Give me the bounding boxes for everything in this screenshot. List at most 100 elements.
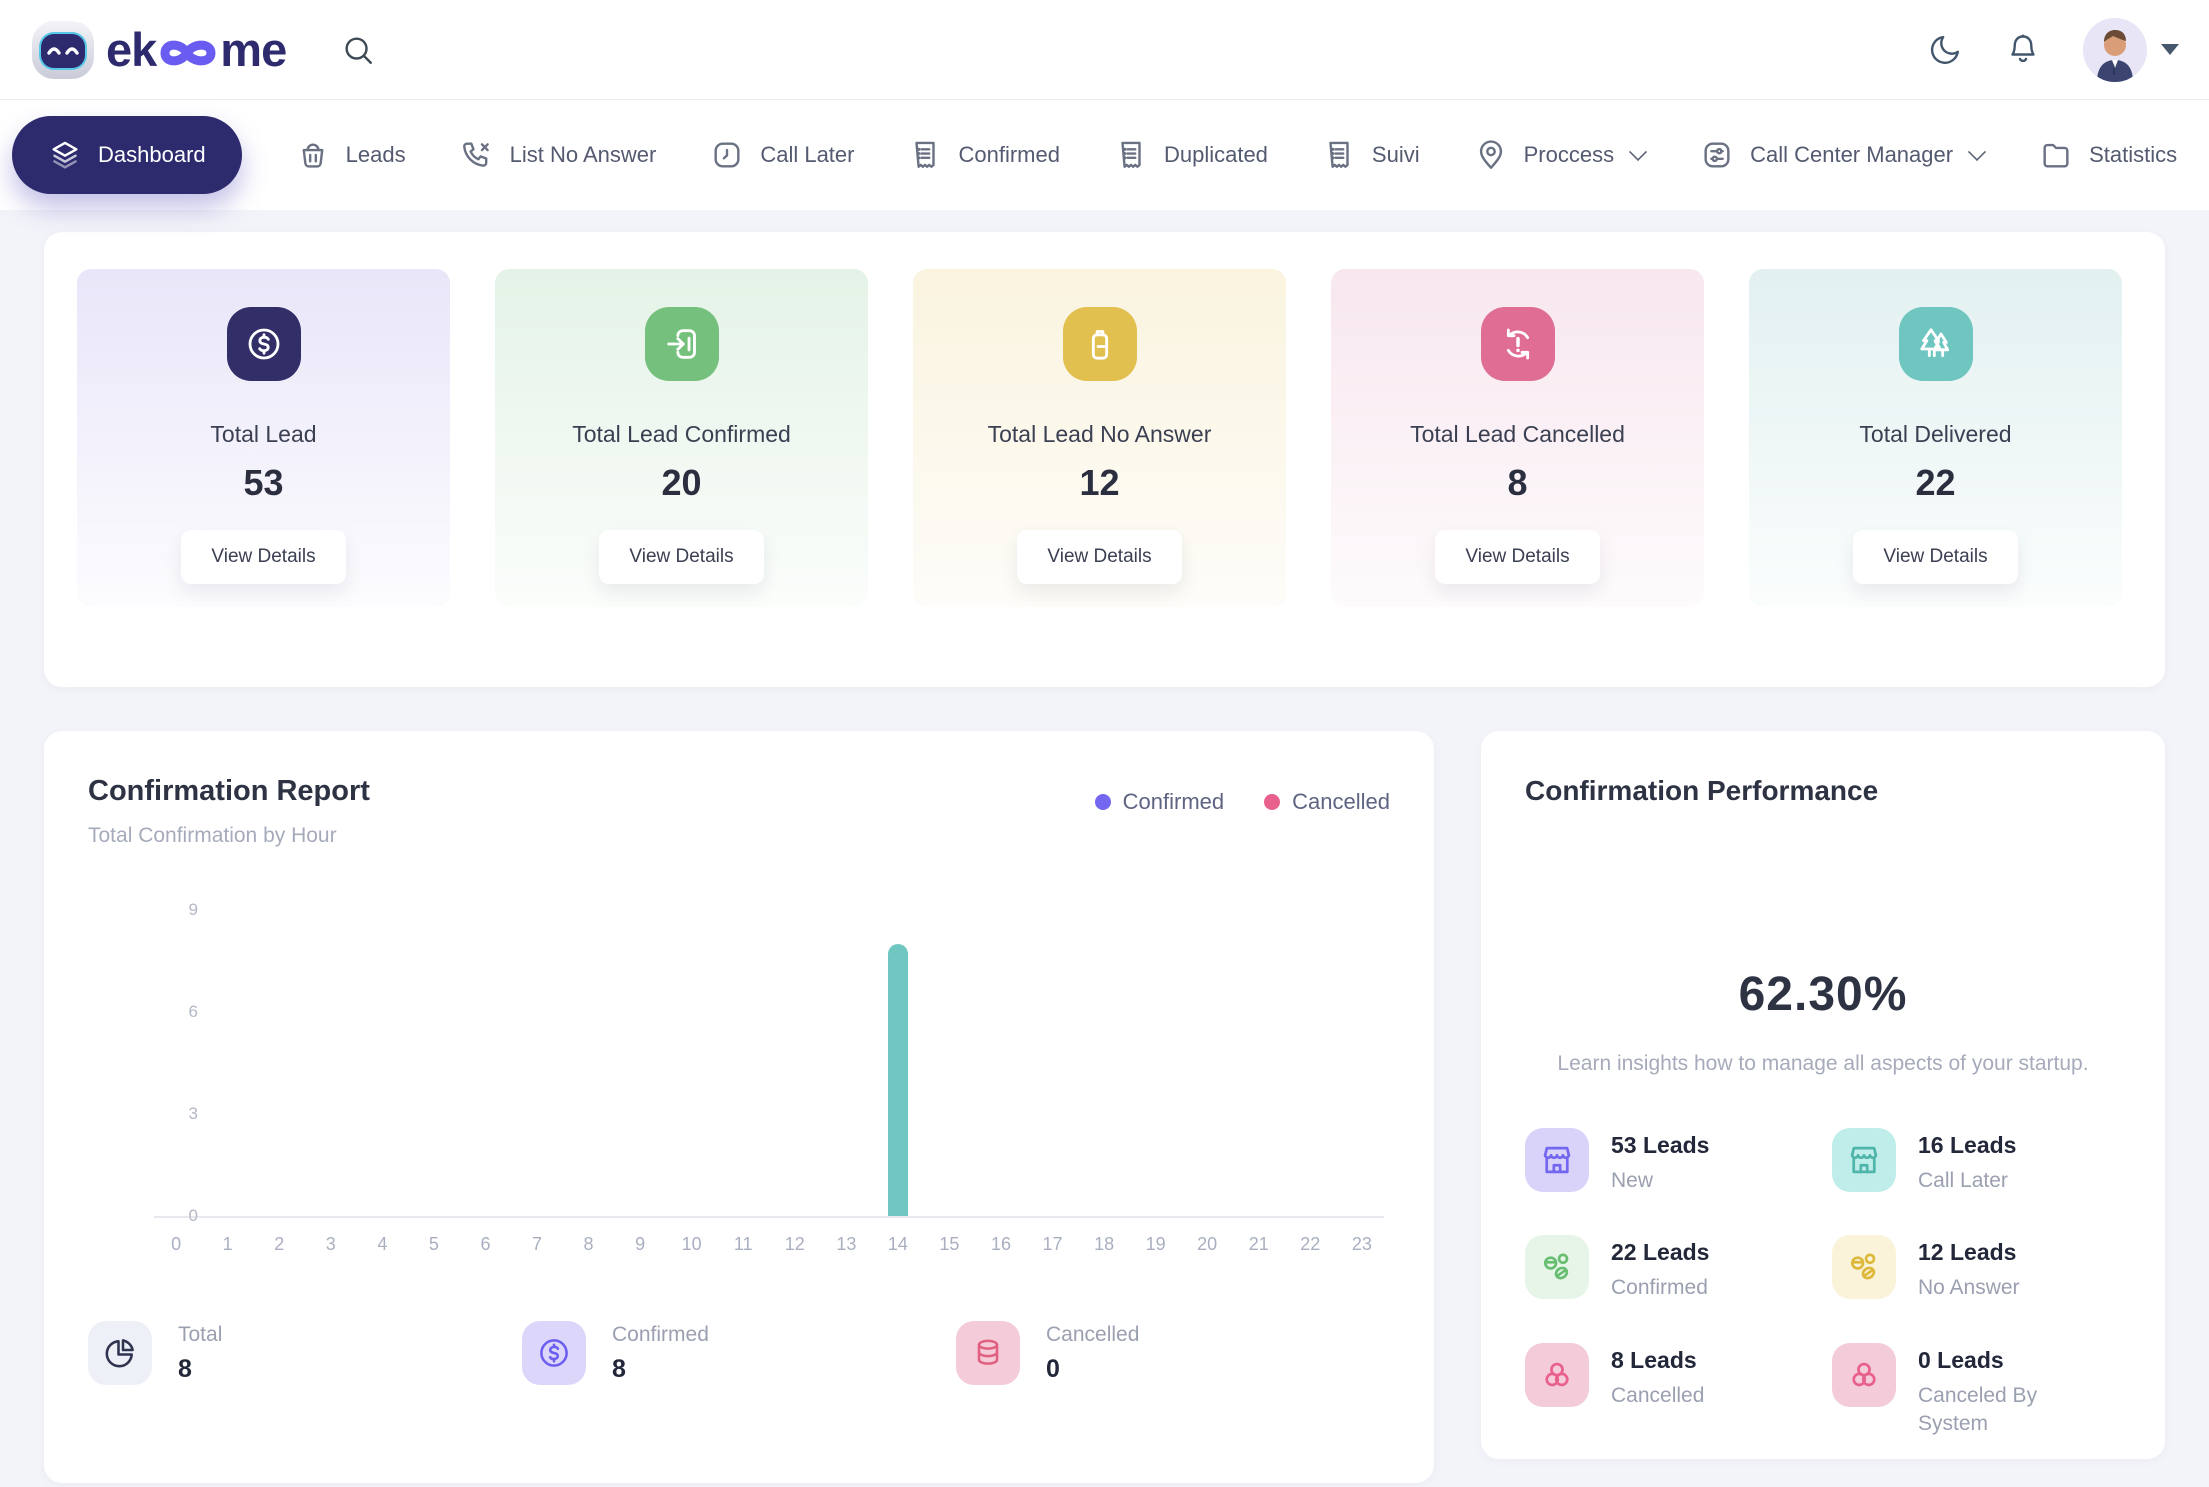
stat-card-value: 8	[1507, 462, 1527, 504]
nav-item-label: Call Later	[760, 142, 854, 168]
dollar-circle-icon	[227, 307, 301, 381]
stat-card-total-lead-cancelled: Total Lead Cancelled8View Details	[1331, 269, 1704, 607]
lead-stat-canceled-by-system: 0 LeadsCanceled By System	[1832, 1343, 2121, 1439]
app-header: ek me	[0, 0, 2209, 100]
x-axis-tick: 19	[1146, 1234, 1166, 1255]
x-axis-tick: 7	[532, 1234, 542, 1255]
user-menu[interactable]	[2083, 18, 2179, 82]
nav-item-label: Proccess	[1524, 142, 1614, 168]
lead-label: No Answer	[1918, 1274, 2020, 1302]
nav-item-leads[interactable]: Leads	[296, 138, 406, 172]
stat-card-value: 53	[243, 462, 283, 504]
brand-logo[interactable]: ek me	[30, 17, 286, 83]
view-details-button[interactable]: View Details	[599, 530, 763, 584]
chevron-down-icon	[1968, 143, 1986, 161]
total-label: Cancelled	[1046, 1323, 1139, 1347]
view-details-button[interactable]: View Details	[1853, 530, 2017, 584]
nav-item-label: Dashboard	[98, 142, 206, 168]
store-icon	[1832, 1128, 1896, 1192]
lead-value: 12 Leads	[1918, 1239, 2020, 1266]
nav-item-duplicated[interactable]: Duplicated	[1114, 138, 1268, 172]
nav-item-call-later[interactable]: Call Later	[710, 138, 854, 172]
lead-stat-no-answer: 12 Leads No Answer	[1832, 1235, 2121, 1302]
chart-legend: Confirmed Cancelled	[1095, 789, 1390, 815]
x-axis-tick: 9	[635, 1234, 645, 1255]
report-total-cancelled: Cancelled0	[956, 1321, 1390, 1385]
robot-logo-icon	[30, 17, 96, 83]
lead-stat-new: 53 LeadsNew	[1525, 1128, 1814, 1195]
nav-item-suivi[interactable]: Suivi	[1322, 138, 1420, 172]
report-total-total: Total8	[88, 1321, 522, 1385]
receipt-icon	[908, 138, 942, 172]
nav-item-proccess[interactable]: Proccess	[1474, 138, 1646, 172]
y-axis-tick: 6	[189, 1002, 198, 1022]
trees-icon	[1899, 307, 1973, 381]
nav-item-label: Call Center Manager	[1750, 142, 1953, 168]
performance-title: Confirmation Performance	[1525, 775, 2121, 807]
nav-item-call-center-manager[interactable]: Call Center Manager	[1700, 138, 1985, 172]
view-details-button[interactable]: View Details	[181, 530, 345, 584]
view-details-button[interactable]: View Details	[1017, 530, 1181, 584]
stat-card-title: Total Lead Confirmed	[572, 421, 791, 448]
x-axis-tick: 5	[429, 1234, 439, 1255]
x-axis-tick: 8	[584, 1234, 594, 1255]
x-axis-tick: 12	[785, 1234, 805, 1255]
x-axis-tick: 13	[836, 1234, 856, 1255]
x-axis-tick: 11	[734, 1234, 753, 1255]
report-title: Confirmation Report	[88, 775, 370, 808]
x-axis-tick: 6	[480, 1234, 490, 1255]
x-axis-tick: 0	[171, 1234, 181, 1255]
brand-wordmark: ek me	[106, 22, 286, 77]
search-icon[interactable]	[341, 33, 375, 67]
pills-icon	[1832, 1235, 1896, 1299]
nav-item-label: Suivi	[1372, 142, 1420, 168]
refresh-alert-icon	[1481, 307, 1555, 381]
lead-value: 16 Leads	[1918, 1132, 2016, 1159]
chevron-down-icon	[1629, 143, 1647, 161]
x-axis-tick: 15	[939, 1234, 959, 1255]
legend-item-cancelled[interactable]: Cancelled	[1264, 789, 1390, 815]
main-nav: Dashboard Leads List No Answer Call Later Co…	[0, 100, 2209, 210]
nav-item-list-no-answer[interactable]: List No Answer	[460, 138, 657, 172]
legend-dot	[1264, 794, 1280, 810]
x-axis-tick: 20	[1197, 1234, 1217, 1255]
moon-icon[interactable]	[1927, 32, 1963, 68]
x-axis-tick: 22	[1300, 1234, 1320, 1255]
lead-label: Confirmed	[1611, 1274, 1709, 1302]
nav-item-statistics[interactable]: Statistics	[2039, 138, 2177, 172]
bell-icon[interactable]	[2005, 32, 2041, 68]
receipt-icon	[1114, 138, 1148, 172]
view-details-button[interactable]: View Details	[1435, 530, 1599, 584]
stat-card-title: Total Lead No Answer	[988, 421, 1212, 448]
lead-label: Call Later	[1918, 1167, 2016, 1195]
y-axis-tick: 3	[189, 1104, 198, 1124]
lead-stat-call-later: 16 Leads Call Later	[1832, 1128, 2121, 1195]
x-axis-tick: 16	[991, 1234, 1011, 1255]
lead-value: 22 Leads	[1611, 1239, 1709, 1266]
total-value: 8	[178, 1355, 222, 1384]
dollar-circle-icon	[522, 1321, 586, 1385]
lead-label: Canceled By System	[1918, 1382, 2068, 1439]
store-icon	[1525, 1128, 1589, 1192]
stat-card-total-lead: Total Lead53View Details	[77, 269, 450, 607]
lead-label: Cancelled	[1611, 1382, 1704, 1410]
lead-value: 53 Leads	[1611, 1132, 1709, 1159]
stat-card-value: 20	[661, 462, 701, 504]
sliders-icon	[1700, 138, 1734, 172]
receipt-icon	[1322, 138, 1356, 172]
chart-bar-hour-14[interactable]	[888, 944, 908, 1216]
basket-icon	[296, 138, 330, 172]
pills-icon	[1525, 1235, 1589, 1299]
chevron-down-icon[interactable]	[2161, 44, 2179, 55]
lead-stat-confirmed: 22 Leads Confirmed	[1525, 1235, 1814, 1302]
total-value: 8	[612, 1355, 709, 1384]
total-label: Confirmed	[612, 1323, 709, 1347]
avatar[interactable]	[2083, 18, 2147, 82]
nav-item-dashboard[interactable]: Dashboard	[12, 116, 242, 194]
stats-section: Total Lead53View DetailsTotal Lead Confi…	[44, 232, 2165, 687]
legend-item-confirmed[interactable]: Confirmed	[1095, 789, 1224, 815]
nav-item-confirmed[interactable]: Confirmed	[908, 138, 1059, 172]
confirmation-bar-chart: 9630012345678910111213141516171819202122…	[98, 910, 1390, 1265]
infinity-icon	[157, 36, 219, 70]
layers-icon	[48, 138, 82, 172]
